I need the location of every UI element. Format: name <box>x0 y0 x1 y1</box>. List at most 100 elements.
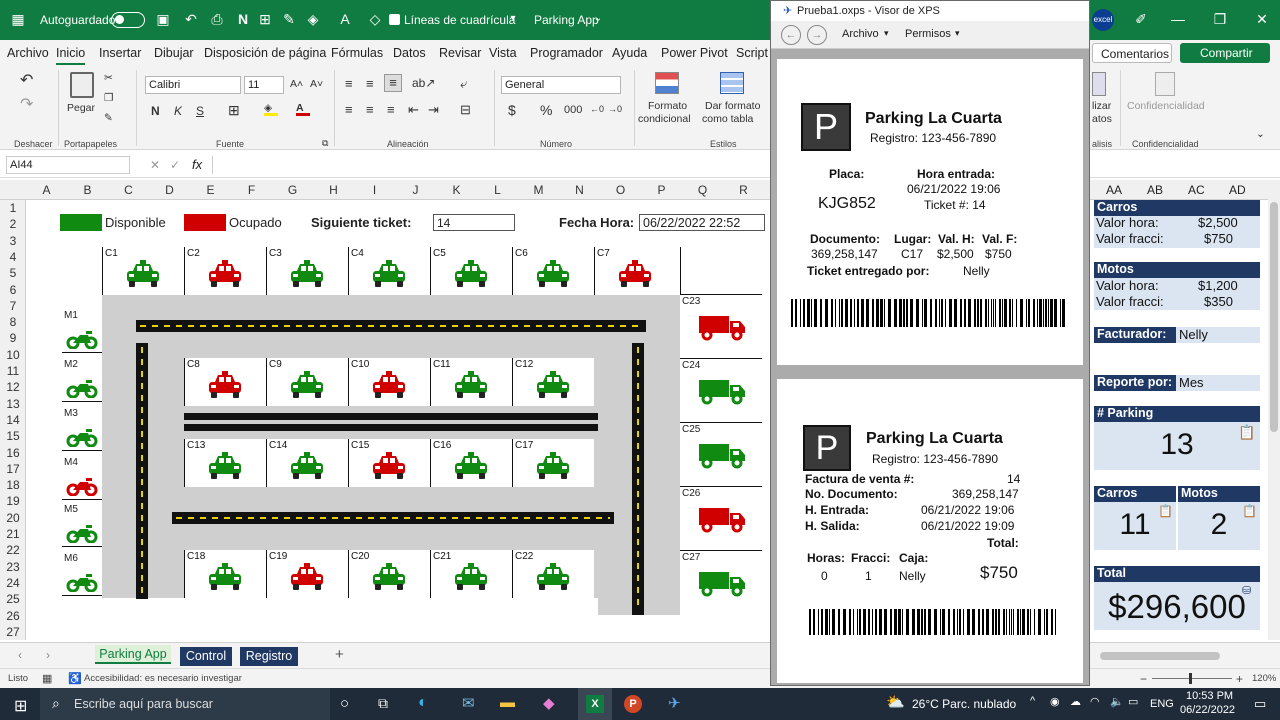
align-bottom-icon[interactable]: ≡ <box>384 74 402 92</box>
wifi-icon[interactable]: ◠ <box>1090 695 1100 708</box>
cortana-icon[interactable]: ○ <box>340 695 349 712</box>
xps-menu-permissions[interactable]: Permisos <box>905 28 951 40</box>
column-header[interactable]: P <box>641 183 682 197</box>
format-as-table-icon[interactable] <box>720 72 744 94</box>
row-header[interactable]: 13 <box>0 397 26 411</box>
column-header[interactable]: N <box>559 183 600 197</box>
row-header[interactable]: 25 <box>0 592 26 606</box>
motos-hour-value[interactable]: $1,200 <box>1198 278 1238 293</box>
truck-spot[interactable]: C26 <box>680 486 762 548</box>
menu-formulas[interactable]: Fórmulas <box>331 46 383 60</box>
notifications-icon[interactable]: ▭ <box>1254 696 1266 712</box>
analyze-label-2[interactable]: atos <box>1092 113 1112 125</box>
car-spot[interactable]: C22 <box>512 550 594 598</box>
clipboard-icon[interactable]: 📋 <box>1238 424 1255 441</box>
avatar[interactable]: excel <box>1092 9 1114 31</box>
volume-icon[interactable]: 🔈 <box>1110 695 1124 708</box>
bold-button[interactable]: N <box>151 104 160 118</box>
menu-programador[interactable]: Programador <box>530 46 603 60</box>
table-format-label-2[interactable]: como tabla <box>702 113 753 125</box>
row-header[interactable]: 5 <box>0 266 26 280</box>
paint-icon[interactable]: ◆ <box>543 694 555 712</box>
restore-icon[interactable]: ❐ <box>1212 11 1228 27</box>
menu-revisar[interactable]: Revisar <box>439 46 481 60</box>
spreadsheet-grid[interactable]: Disponible Ocupado Siguiente ticket: 14 … <box>26 200 770 640</box>
name-box[interactable]: AI44 <box>6 156 130 174</box>
car-spot[interactable]: C5 <box>430 247 512 295</box>
column-header[interactable]: M <box>518 183 559 197</box>
tab-control[interactable]: Control <box>180 647 232 666</box>
truck-spot[interactable]: C23 <box>680 294 762 356</box>
row-header[interactable]: 1 <box>0 201 26 215</box>
confirm-icon[interactable]: ✓ <box>170 158 180 172</box>
sensitivity-label[interactable]: Confidencialidad <box>1127 100 1205 112</box>
menu-insertar[interactable]: Insertar <box>99 46 141 60</box>
format-painter-icon[interactable]: ✎ <box>281 11 297 27</box>
column-header[interactable]: I <box>354 183 395 197</box>
indent-icon[interactable]: ⇤ <box>408 102 419 118</box>
motorcycle-spot[interactable]: M5 <box>62 503 102 547</box>
font-name-select[interactable]: Calibri <box>145 76 241 94</box>
motorcycle-spot[interactable]: M4 <box>62 456 102 500</box>
decrease-decimal-icon[interactable]: →0 <box>608 104 622 114</box>
row-header[interactable]: 21 <box>0 527 26 541</box>
clock-date[interactable]: 06/22/2022 <box>1180 704 1235 716</box>
car-spot[interactable]: C17 <box>512 439 594 487</box>
column-header[interactable]: AD <box>1229 183 1246 197</box>
conditional-format-icon[interactable] <box>655 72 679 94</box>
number-format-select[interactable]: General <box>501 76 621 94</box>
car-spot[interactable]: C21 <box>430 550 512 598</box>
row-header[interactable]: 17 <box>0 462 26 476</box>
weather-text[interactable]: 26°C Parc. nublado <box>912 697 1016 711</box>
motorcycle-spot[interactable]: M1 <box>62 309 102 353</box>
underline-button[interactable]: S <box>196 104 204 118</box>
paste-label[interactable]: Pegar <box>67 102 95 114</box>
car-spot[interactable]: C13 <box>184 439 266 487</box>
column-header[interactable]: B <box>67 183 108 197</box>
column-header[interactable]: H <box>313 183 354 197</box>
car-spot[interactable]: C11 <box>430 358 512 406</box>
cloud-icon[interactable]: ☁ <box>1070 695 1081 708</box>
task-view-icon[interactable]: ⧉ <box>378 695 388 712</box>
table-format-label-1[interactable]: Dar formato <box>705 100 760 112</box>
column-header[interactable]: AB <box>1147 183 1163 197</box>
row-header[interactable]: 15 <box>0 429 26 443</box>
vertical-scrollbar[interactable] <box>1268 180 1280 640</box>
close-icon[interactable]: ✕ <box>1254 11 1270 27</box>
macro-icon[interactable]: ▦ <box>42 672 52 685</box>
car-spot[interactable]: C18 <box>184 550 266 598</box>
menu-disposicion[interactable]: Disposición de página <box>204 46 326 60</box>
datetime-cell[interactable]: 06/22/2022 22:52 <box>639 214 765 231</box>
align-right-icon[interactable]: ≡ <box>387 102 395 117</box>
borders-icon[interactable]: ⊞ <box>228 102 240 119</box>
save-icon[interactable]: ▣ <box>155 11 171 27</box>
car-spot[interactable]: C19 <box>266 550 348 598</box>
excel-taskbar-icon[interactable]: X <box>578 688 612 720</box>
search-box[interactable]: ⌕ Escribe aquí para buscar <box>40 688 330 720</box>
tab-parking-app[interactable]: Parking App <box>95 645 171 664</box>
car-spot[interactable]: C16 <box>430 439 512 487</box>
analyze-data-icon[interactable] <box>1092 72 1106 96</box>
column-header[interactable]: Q <box>682 183 723 197</box>
accessibility-icon[interactable]: ♿ <box>68 672 82 685</box>
wrap-text-icon[interactable]: ⤶ <box>460 76 467 92</box>
car-spot[interactable]: C14 <box>266 439 348 487</box>
menu-power-pivot[interactable]: Power Pivot <box>661 46 728 60</box>
xps-viewer-taskbar-icon[interactable]: ✈ <box>668 694 681 712</box>
row-header[interactable]: 10 <box>0 348 26 362</box>
car-spot[interactable]: C12 <box>512 358 594 406</box>
percent-icon[interactable]: % <box>540 102 552 118</box>
car-spot[interactable]: C3 <box>266 247 348 295</box>
column-header[interactable]: AC <box>1188 183 1205 197</box>
italic-button[interactable]: K <box>174 104 182 118</box>
cut-icon[interactable]: ✂ <box>104 72 113 84</box>
collapse-ribbon-icon[interactable]: ⌄ <box>1256 128 1265 140</box>
paste-icon[interactable] <box>70 72 94 98</box>
row-header[interactable]: 20 <box>0 511 26 525</box>
redo-icon[interactable]: ↷ <box>20 94 33 114</box>
car-spot[interactable]: C20 <box>348 550 430 598</box>
font-color-icon[interactable]: A <box>337 11 353 27</box>
align-center-icon[interactable]: ≡ <box>366 102 374 117</box>
chevron-down-icon[interactable]: ▾ <box>884 28 889 39</box>
column-header[interactable]: R <box>723 183 764 197</box>
